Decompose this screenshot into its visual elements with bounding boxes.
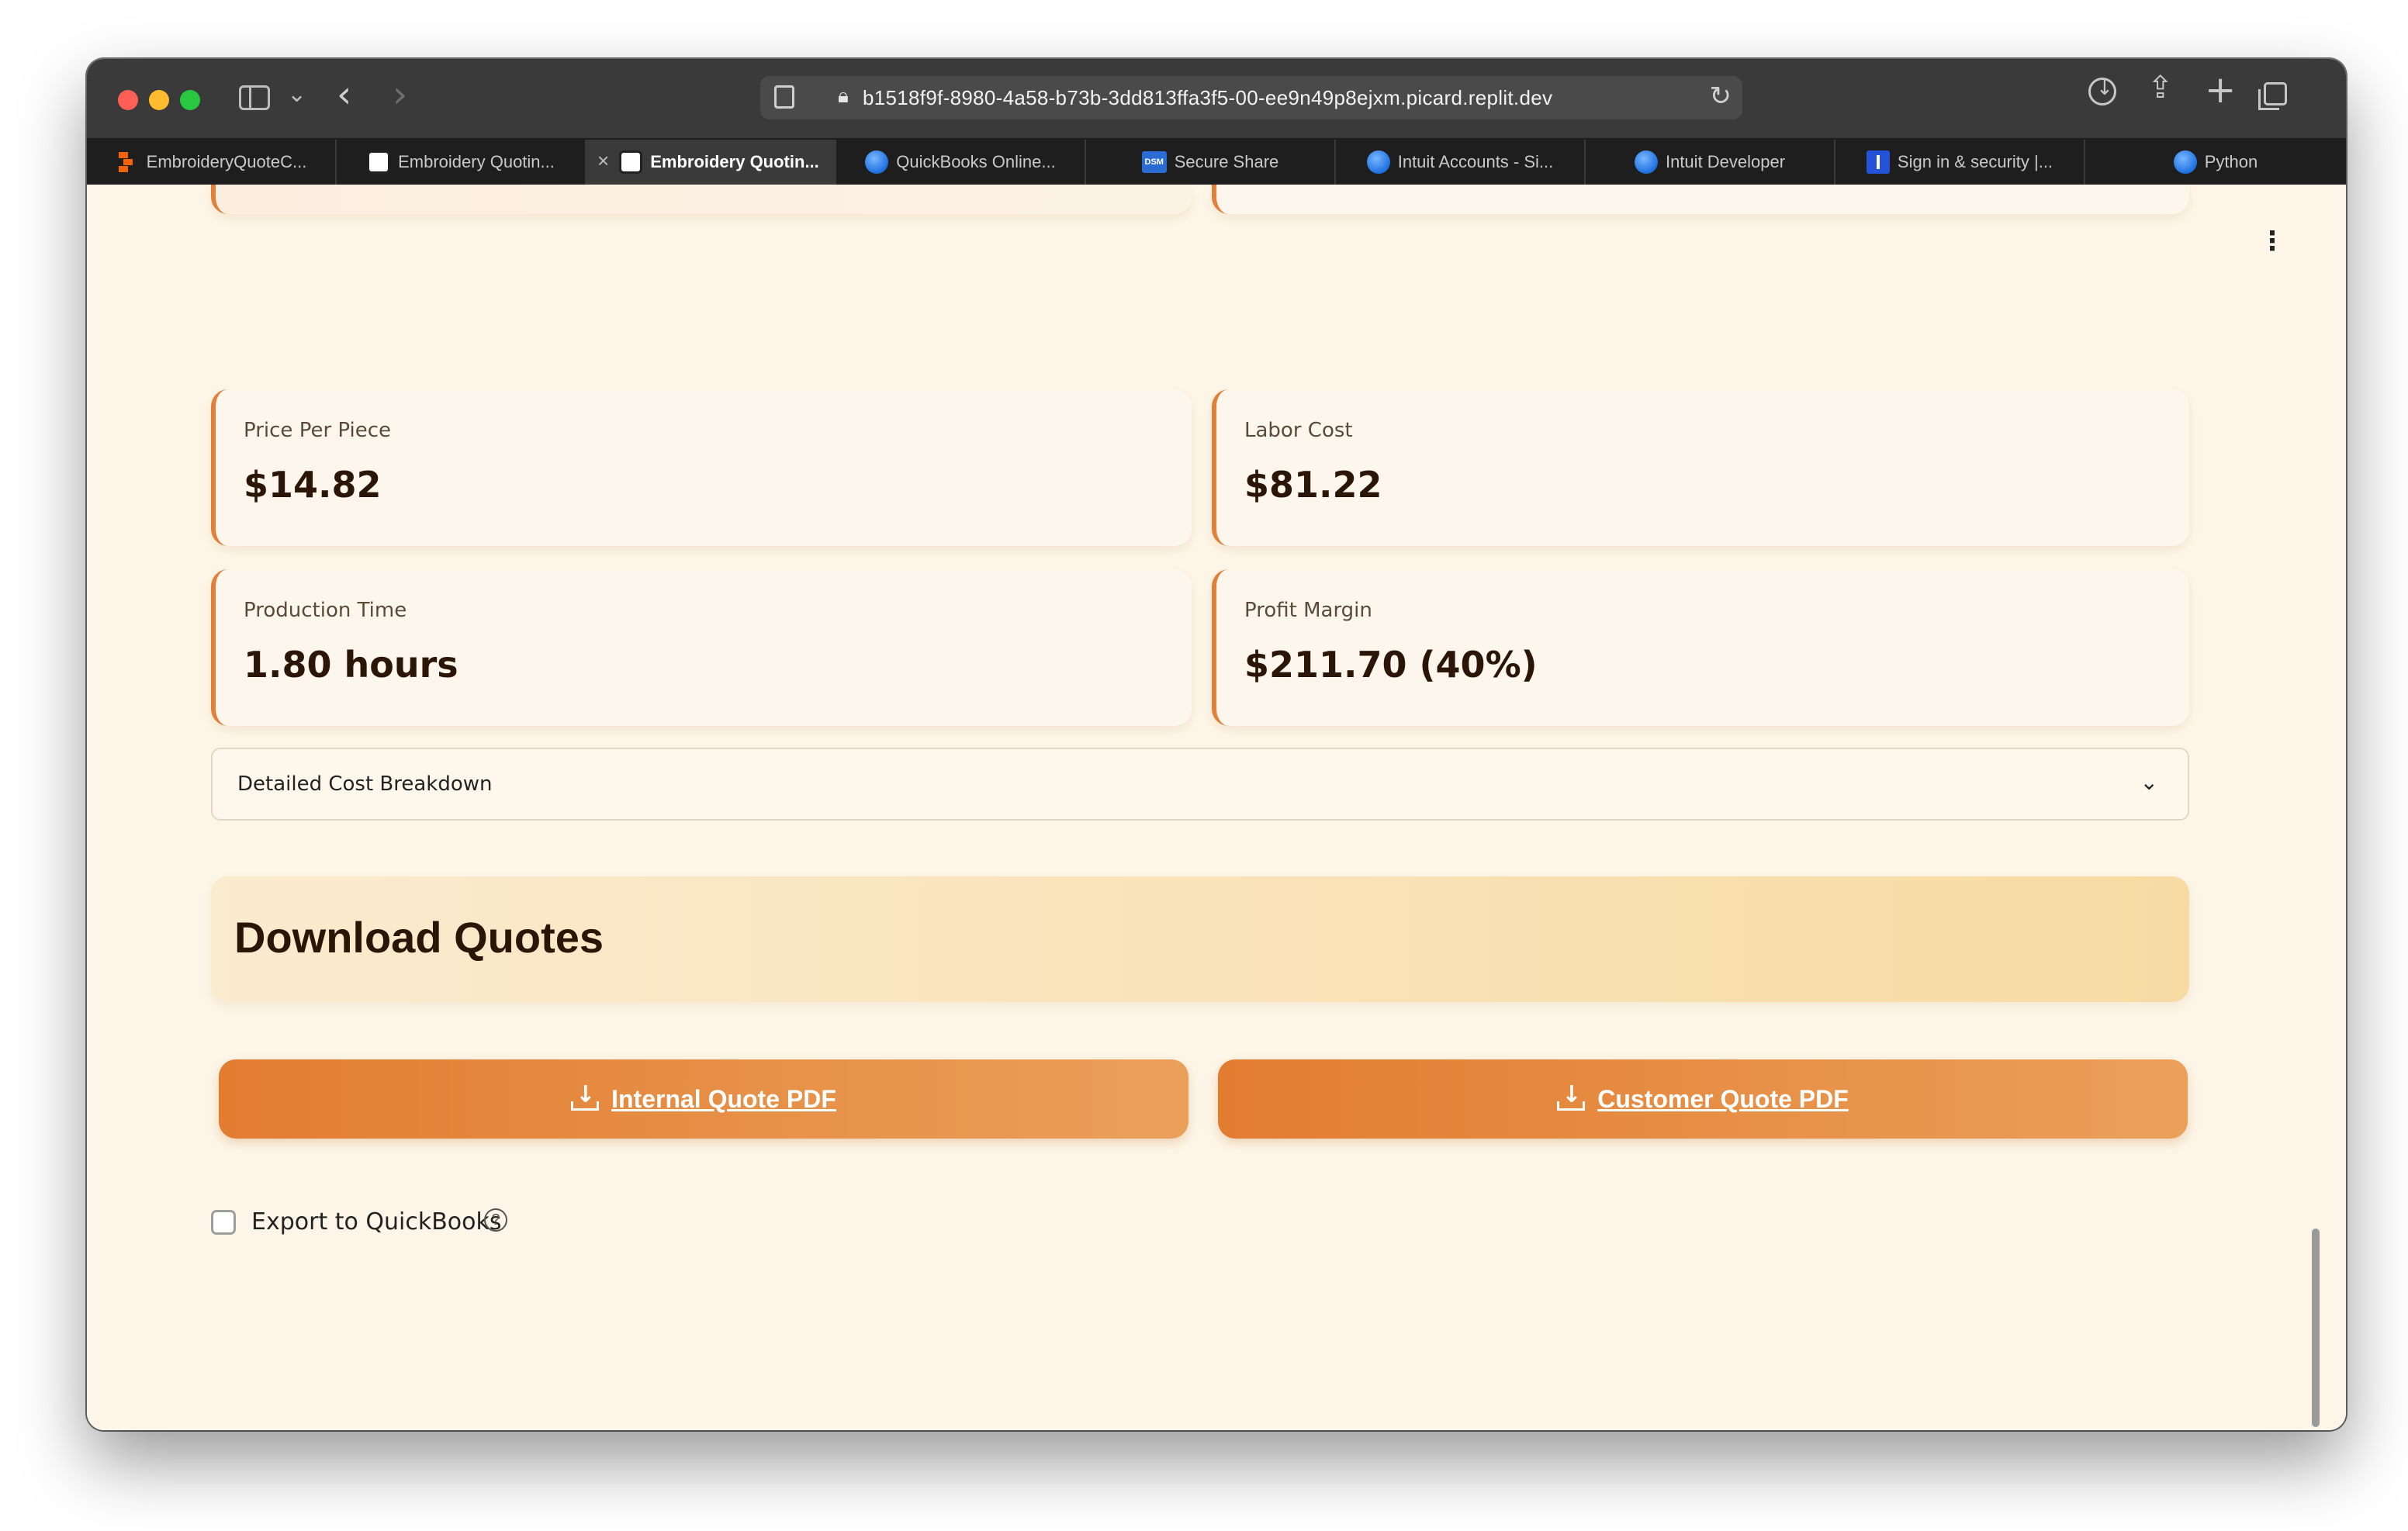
- downloads-icon[interactable]: [2088, 77, 2116, 105]
- url-text[interactable]: b1518f9f-8980-4a58-b73b-3dd813ffa3f5-00-…: [863, 86, 1552, 110]
- profit-margin-label: Profit Margin: [1244, 599, 1372, 622]
- price-per-piece-card: Price Per Piece $14.82: [211, 389, 1192, 546]
- download-icon: [571, 1081, 600, 1111]
- tab-label: Intuit Accounts - Si...: [1397, 152, 1554, 171]
- profit-margin-value: $211.70 (40%): [1244, 644, 1538, 686]
- tab-label: Sign in & security |...: [1897, 152, 2053, 171]
- browser-tab[interactable]: EmbroideryQuoteC...: [87, 140, 337, 185]
- export-quickbooks-label[interactable]: Export to QuickBooks: [251, 1208, 502, 1236]
- browser-window: ⌄ ‹ › 🔒︎ b1518f9f-8980-4a58-b73b-3dd813f…: [87, 59, 2346, 1430]
- download-icon: [1557, 1081, 1586, 1111]
- internal-quote-pdf-button[interactable]: Internal Quote PDF: [219, 1059, 1188, 1139]
- globe-icon: [2173, 150, 2197, 174]
- tab-label: Secure Share: [1174, 152, 1279, 171]
- crown-icon: [619, 150, 643, 174]
- metric-card-partial: [211, 185, 1192, 214]
- replit-icon: [116, 150, 139, 174]
- browser-tab[interactable]: DSM Secure Share: [1086, 140, 1336, 185]
- price-per-piece-label: Price Per Piece: [244, 419, 392, 442]
- metric-card-partial: [1212, 185, 2189, 214]
- tab-label: Embroidery Quotin...: [650, 152, 819, 171]
- globe-icon: [1634, 150, 1658, 174]
- more-menu-icon[interactable]: ⋮: [2259, 228, 2285, 254]
- production-time-value: 1.80 hours: [244, 644, 458, 686]
- price-per-piece-value: $14.82: [244, 464, 382, 506]
- profit-margin-card: Profit Margin $211.70 (40%): [1212, 569, 2189, 726]
- forward-icon[interactable]: ›: [393, 73, 407, 116]
- production-time-label: Production Time: [244, 599, 407, 622]
- app-content: ⋮ Price Per Piece $14.82 Labor Cost $81.…: [87, 185, 2346, 1430]
- customer-quote-pdf-button[interactable]: Customer Quote PDF: [1218, 1059, 2188, 1139]
- tab-label: Embroidery Quotin...: [398, 152, 555, 171]
- browser-tab-active[interactable]: × Embroidery Quotin...: [586, 140, 836, 185]
- share-icon[interactable]: ⇪: [2147, 70, 2174, 105]
- download-quotes-banner: Download Quotes: [211, 876, 2189, 1002]
- site-settings-icon[interactable]: [774, 85, 794, 109]
- new-tab-icon[interactable]: +: [2205, 68, 2236, 112]
- tab-strip: EmbroideryQuoteC... Embroidery Quotin...…: [87, 140, 2346, 185]
- tab-label: QuickBooks Online...: [896, 152, 1056, 171]
- browser-tab[interactable]: Intuit Accounts - Si...: [1336, 140, 1586, 185]
- cost-breakdown-label: Detailed Cost Breakdown: [237, 772, 493, 796]
- crown-icon: [367, 150, 391, 174]
- sidebar-toggle-icon[interactable]: [239, 85, 270, 110]
- scrollbar[interactable]: [2312, 1229, 2320, 1427]
- browser-tab[interactable]: Python: [2085, 140, 2346, 185]
- browser-tab[interactable]: Sign in & security |...: [1835, 140, 2085, 185]
- browser-tab[interactable]: Intuit Developer: [1586, 140, 1835, 185]
- help-icon[interactable]: ?: [484, 1208, 507, 1232]
- title-bar: ⌄ ‹ › 🔒︎ b1518f9f-8980-4a58-b73b-3dd813f…: [87, 59, 2346, 140]
- zoom-window-button[interactable]: [180, 90, 200, 110]
- dsm-icon: DSM: [1141, 151, 1167, 173]
- cost-breakdown-expander[interactable]: Detailed Cost Breakdown ⌄: [211, 748, 2189, 821]
- customer-quote-pdf-label: Customer Quote PDF: [1597, 1084, 1849, 1113]
- tab-overview-icon[interactable]: [2258, 82, 2287, 110]
- tab-label: EmbroideryQuoteC...: [146, 152, 307, 171]
- close-tab-icon[interactable]: ×: [597, 149, 609, 173]
- address-bar[interactable]: 🔒︎ b1518f9f-8980-4a58-b73b-3dd813ffa3f5-…: [760, 76, 1742, 119]
- tab-label: Python: [2204, 152, 2258, 171]
- labor-cost-label: Labor Cost: [1244, 419, 1353, 442]
- browser-tab[interactable]: QuickBooks Online...: [836, 140, 1086, 185]
- minimize-window-button[interactable]: [149, 90, 169, 110]
- tab-label: Intuit Developer: [1665, 152, 1786, 171]
- bar-icon: [1866, 150, 1890, 174]
- production-time-card: Production Time 1.80 hours: [211, 569, 1192, 726]
- labor-cost-value: $81.22: [1244, 464, 1382, 506]
- internal-quote-pdf-label: Internal Quote PDF: [611, 1084, 836, 1113]
- browser-tab[interactable]: Embroidery Quotin...: [337, 140, 586, 185]
- download-quotes-title: Download Quotes: [234, 913, 604, 962]
- chevron-down-icon[interactable]: ⌄: [2140, 769, 2158, 795]
- export-quickbooks-checkbox[interactable]: [211, 1210, 236, 1235]
- close-window-button[interactable]: [118, 90, 138, 110]
- globe-icon: [865, 150, 889, 174]
- labor-cost-card: Labor Cost $81.22: [1212, 389, 2189, 546]
- back-icon[interactable]: ‹: [337, 73, 351, 116]
- reload-icon[interactable]: ↻: [1710, 81, 1732, 112]
- lock-icon: 🔒︎: [838, 84, 849, 107]
- chevron-down-icon[interactable]: ⌄: [287, 81, 306, 108]
- globe-icon: [1366, 150, 1390, 174]
